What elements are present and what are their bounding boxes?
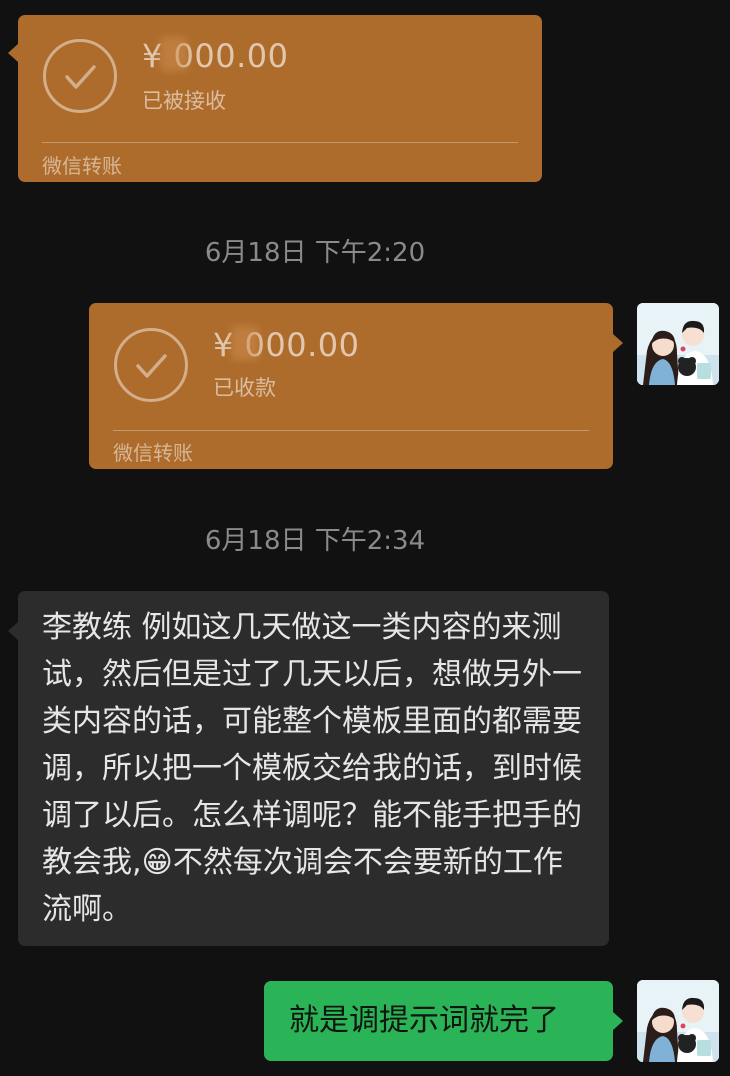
avatar[interactable]	[637, 303, 719, 385]
check-circle-icon	[114, 328, 188, 402]
couple-cartoon-avatar	[637, 980, 719, 1062]
divider	[42, 142, 518, 143]
transfer-card-collected[interactable]: ¥ 000.00 已收款 微信转账	[89, 303, 613, 469]
outgoing-message[interactable]: 就是调提示词就完了	[264, 981, 613, 1061]
bubble-tail	[613, 334, 623, 352]
couple-cartoon-avatar	[637, 303, 719, 385]
transfer-card-received[interactable]: ¥ 000.00 已被接收 微信转账	[18, 15, 542, 182]
transfer-status: 已收款	[213, 376, 276, 400]
grin-emoji: 😁	[141, 845, 173, 880]
divider	[113, 430, 589, 431]
timestamp: 6月18日 下午2:20	[204, 238, 426, 268]
check-circle-icon	[43, 39, 117, 113]
bubble-tail	[8, 44, 18, 62]
chat-thread: ¥ 000.00 已被接收 微信转账 6月18日 下午2:20 ¥ 000.00…	[0, 0, 730, 1076]
transfer-status: 已被接收	[142, 89, 226, 113]
message-text: 就是调提示词就完了	[289, 1003, 559, 1038]
amount-redaction	[160, 37, 188, 71]
message-text: 李教练 例如这几天做这一类内容的来测试，然后但是过了几天以后，想做另外一类内容的…	[42, 610, 582, 880]
transfer-label: 微信转账	[113, 441, 193, 465]
incoming-message[interactable]: 李教练 例如这几天做这一类内容的来测试，然后但是过了几天以后，想做另外一类内容的…	[18, 591, 609, 946]
amount-redaction	[231, 326, 259, 360]
timestamp: 6月18日 下午2:34	[204, 526, 426, 556]
bubble-tail	[613, 1012, 623, 1030]
avatar[interactable]	[637, 980, 719, 1062]
transfer-label: 微信转账	[42, 154, 122, 178]
bubble-tail	[8, 622, 18, 640]
